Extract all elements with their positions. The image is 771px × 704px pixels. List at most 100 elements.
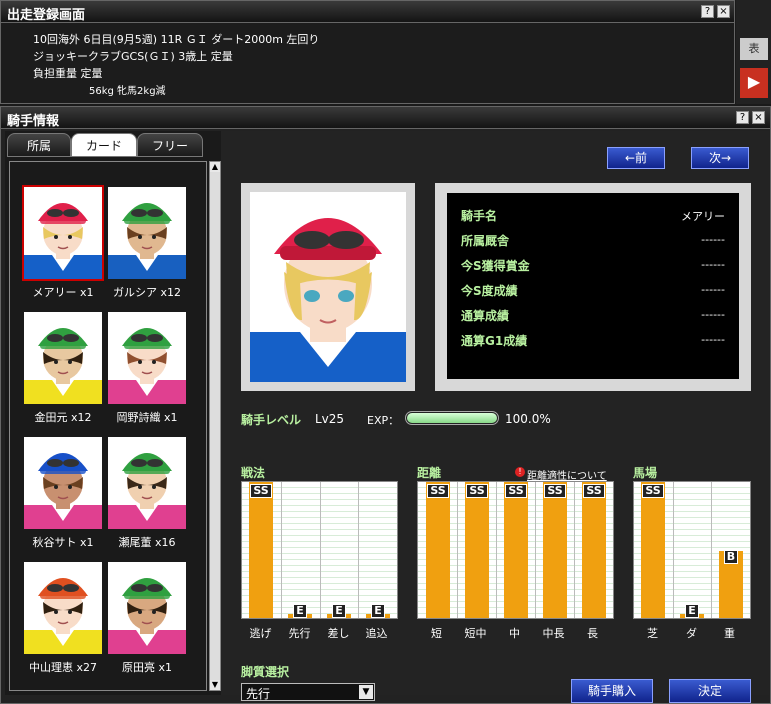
distance-axis-label: 短 [431, 627, 442, 640]
distance-axis-label: 短中 [464, 627, 487, 640]
info-value: ------ [701, 258, 725, 271]
distance-chart: SS SS SS SS SS [417, 481, 614, 619]
jockey-card-name: 秋谷サト x1 [32, 536, 94, 549]
chart-column-divider [673, 482, 674, 618]
track-axis-label: 重 [724, 627, 735, 640]
background-arrow-button[interactable]: ▶ [740, 68, 768, 98]
jockey-card-image [24, 328, 102, 404]
title-bar[interactable]: 騎手情報 ? × [1, 107, 770, 129]
jockey-card[interactable] [22, 185, 104, 281]
jockey-card-name: 中山理恵 x27 [28, 661, 97, 674]
prev-button[interactable]: ←前 [607, 147, 665, 169]
chart-column-divider [281, 482, 282, 618]
info-label: 通算G1成績 [461, 334, 528, 348]
jockey-card-name: 金田元 x12 [34, 411, 92, 424]
distance-grade: SS [544, 484, 566, 498]
race-info-line: 10回海外 6日目(9月5週) 11R ＧＩ ダート2000m 左回り [33, 33, 320, 46]
scroll-down-arrow-icon[interactable]: ▼ [210, 680, 220, 690]
jockey-card[interactable] [24, 312, 102, 404]
tactics-grade: E [371, 604, 385, 618]
info-label: 今S度成績 [461, 284, 518, 298]
chart-column-divider [320, 482, 321, 618]
scrollbar[interactable]: ▲ ▼ [209, 161, 221, 691]
track-axis-label: 芝 [647, 627, 658, 640]
tactics-grade: E [293, 604, 307, 618]
portrait-frame [241, 183, 415, 391]
distance-bar [465, 482, 489, 618]
jockey-card[interactable] [108, 312, 186, 404]
tab-card[interactable]: カード [71, 133, 137, 157]
next-button[interactable]: 次→ [691, 147, 749, 169]
track-bar [641, 482, 665, 618]
track-grade: SS [642, 484, 664, 498]
jockey-card[interactable] [108, 562, 186, 654]
chart-column-divider [711, 482, 712, 618]
jockey-card-name: 岡野詩織 x1 [116, 411, 178, 424]
chart-column-divider [457, 482, 458, 618]
jockey-info-table: 騎手名 メアリー 所属厩舎 ------ 今S獲得賞金 ------ 今S度成績 ------… [447, 193, 739, 379]
card-list[interactable]: メアリー x1 ガルシア x12 金田元 x12 岡野詩織 x1 秋谷サト x1 瀬尾董 … [9, 161, 207, 691]
info-value: ------ [701, 333, 725, 346]
jockey-info-frame: 騎手名 メアリー 所属厩舎 ------ 今S獲得賞金 ------ 今S度成績 ------… [435, 183, 751, 391]
distance-grade: SS [505, 484, 527, 498]
chevron-down-icon[interactable]: ▼ [359, 685, 373, 699]
info-value: ------ [701, 308, 725, 321]
info-value: ------ [701, 283, 725, 296]
jockey-card-name: メアリー x1 [32, 286, 94, 299]
window-title: 出走登録画面 [7, 8, 86, 23]
jockey-card-name: 原田亮 x1 [121, 661, 172, 674]
info-label: 今S獲得賞金 [461, 259, 530, 273]
jockey-level-value: Lv25 [315, 412, 345, 426]
jockey-card-image [108, 453, 186, 529]
info-icon: ! [515, 467, 525, 477]
distance-help-link[interactable]: 距離適性について [527, 467, 607, 482]
weight-detail-line: 56kg 牝馬2kg減 [89, 86, 166, 97]
chart-column-divider [574, 482, 575, 618]
buy-jockey-button[interactable]: 騎手購入 [571, 679, 653, 703]
distance-grade: SS [427, 484, 449, 498]
jockey-card[interactable] [108, 437, 186, 529]
tab-affiliation[interactable]: 所属 [7, 133, 71, 157]
tactics-label: 戦法 [241, 466, 266, 480]
jockey-level-label: 騎手レベル [241, 413, 302, 427]
tactics-grade: E [332, 604, 346, 618]
exp-label: EXP： [367, 414, 400, 427]
scroll-up-arrow-icon[interactable]: ▲ [210, 162, 220, 172]
distance-bar [504, 482, 528, 618]
jockey-portrait-image [250, 218, 406, 382]
tactics-bar [249, 482, 273, 618]
running-style-select[interactable]: 先行 ▼ [241, 683, 375, 701]
title-bar[interactable]: 出走登録画面 ? × [1, 1, 734, 23]
close-button[interactable]: × [717, 5, 730, 18]
distance-axis-label: 長 [587, 627, 598, 640]
jockey-card[interactable] [24, 562, 102, 654]
help-button[interactable]: ? [701, 5, 714, 18]
running-style-value: 先行 [246, 687, 271, 701]
distance-bar [582, 482, 606, 618]
jockey-card-image [108, 203, 186, 279]
tab-free[interactable]: フリー [137, 133, 203, 157]
jockey-card-image [24, 453, 102, 529]
close-button[interactable]: × [752, 111, 765, 124]
tactics-chart: SS E E E [241, 481, 398, 619]
jockey-portrait [250, 192, 406, 382]
jockey-card-name: 瀬尾董 x16 [118, 536, 176, 549]
exp-progress-fill [407, 413, 497, 423]
jockey-info-window: 騎手情報 ? × 所属 カード フリー メアリー x1 ガルシア x12 金田元 x… [0, 106, 771, 704]
tactics-grade: SS [250, 484, 272, 498]
jockey-card-image [108, 328, 186, 404]
track-axis-label: ダ [686, 627, 697, 640]
background-tab[interactable]: 表 [740, 38, 768, 60]
jockey-card[interactable] [108, 187, 186, 279]
info-value: ------ [701, 233, 725, 246]
jockey-card-image [24, 203, 102, 279]
jockey-card-name: ガルシア x12 [112, 286, 181, 299]
help-button[interactable]: ? [736, 111, 749, 124]
race-condition-line: ジョッキークラブGCS(ＧＩ) 3歳上 定量 [33, 50, 233, 63]
jockey-card[interactable] [24, 437, 102, 529]
confirm-button[interactable]: 決定 [669, 679, 751, 703]
distance-label: 距離 [417, 466, 442, 480]
jockey-card-image [108, 578, 186, 654]
weight-rule-line: 負担重量 定量 [33, 67, 103, 80]
distance-grade: SS [466, 484, 488, 498]
